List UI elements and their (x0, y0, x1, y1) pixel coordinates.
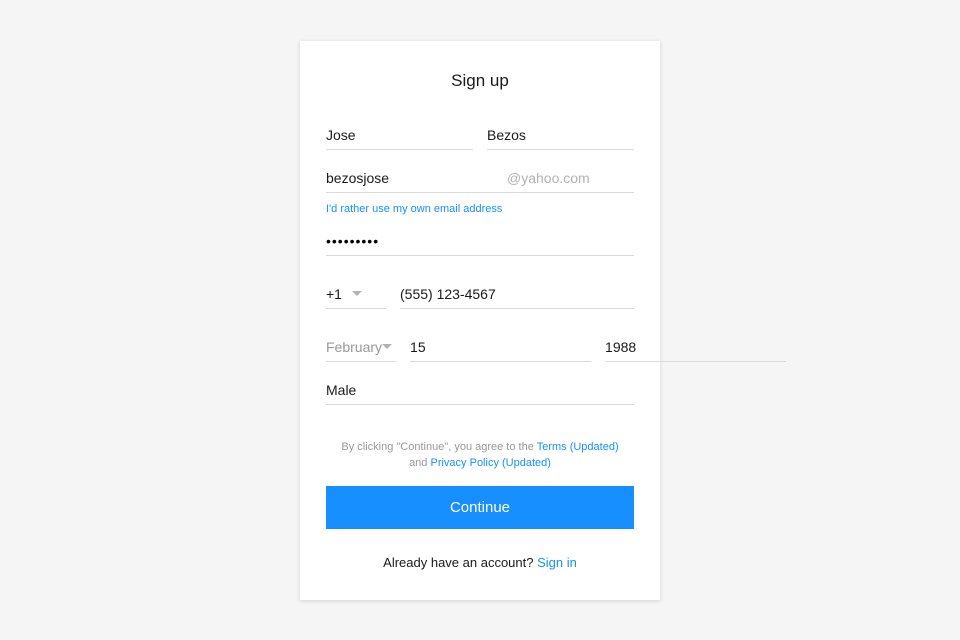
signin-row: Already have an account? Sign in (326, 555, 634, 570)
signin-prompt: Already have an account? (383, 555, 537, 570)
first-name-input[interactable] (326, 119, 473, 150)
signup-card: Sign up @yahoo.com I'd rather use my own… (300, 41, 660, 600)
name-row (326, 119, 634, 162)
signin-link[interactable]: Sign in (537, 555, 577, 570)
month-text: February (326, 339, 382, 355)
phone-input[interactable] (400, 278, 634, 309)
legal-prefix: By clicking "Continue", you agree to the (341, 441, 536, 453)
page-title: Sign up (326, 71, 634, 91)
month-select[interactable]: February (326, 331, 396, 362)
continue-button[interactable]: Continue (326, 486, 634, 529)
email-local-input[interactable] (326, 162, 507, 192)
password-field (326, 225, 634, 256)
last-name-input[interactable] (487, 119, 634, 150)
gender-input[interactable] (326, 374, 634, 404)
legal-text: By clicking "Continue", you agree to the… (326, 439, 634, 472)
chevron-down-icon (352, 291, 362, 296)
phone-row: +1 (326, 278, 634, 309)
own-email-link[interactable]: I'd rather use my own email address (326, 203, 502, 215)
email-domain-label: @yahoo.com (507, 162, 634, 192)
year-input[interactable] (605, 331, 786, 362)
password-input[interactable] (326, 225, 634, 255)
first-name-field (326, 119, 473, 150)
privacy-link[interactable]: Privacy Policy (Updated) (430, 457, 550, 469)
email-row: @yahoo.com (326, 162, 634, 193)
country-code-text: +1 (326, 286, 342, 302)
terms-link[interactable]: Terms (Updated) (537, 441, 619, 453)
last-name-field (487, 119, 634, 150)
chevron-down-icon (382, 344, 392, 349)
dob-row: February (326, 331, 634, 362)
country-code-select[interactable]: +1 (326, 278, 386, 309)
legal-and: and (409, 457, 430, 469)
gender-field (326, 374, 634, 405)
day-input[interactable] (410, 331, 591, 362)
